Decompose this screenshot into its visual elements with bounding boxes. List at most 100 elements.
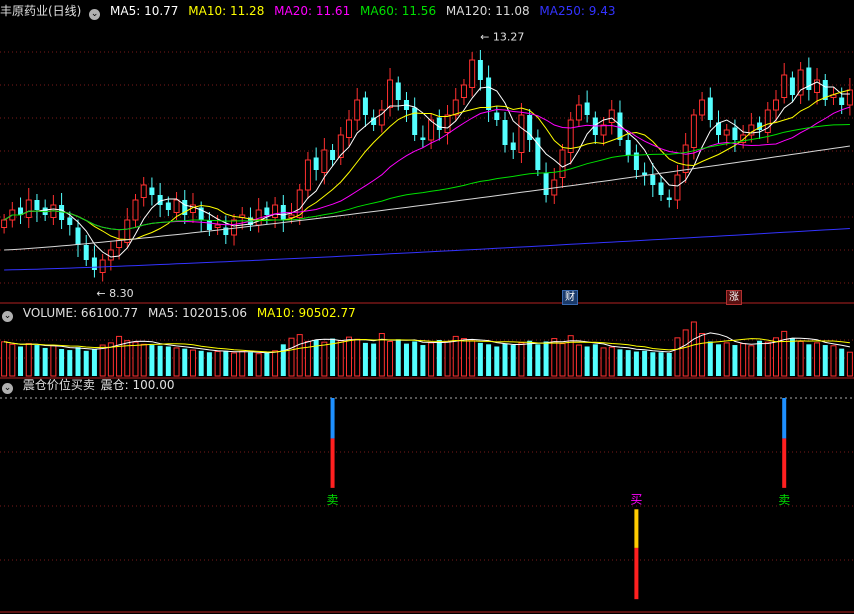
volume-bar-down: [182, 348, 188, 376]
candle-up: [1, 219, 8, 228]
volume-bar-down: [839, 348, 845, 376]
candle-down: [642, 172, 648, 175]
volume-bar-up: [25, 343, 32, 377]
chevron-down-icon[interactable]: ⌄: [2, 311, 13, 322]
candle-down: [264, 207, 270, 215]
volume-bar-up: [296, 334, 303, 377]
volume-bar-down: [806, 344, 812, 376]
candle-down: [149, 187, 155, 195]
volume-bar-down: [149, 345, 155, 376]
candle-down: [658, 182, 664, 195]
volume-bar-up: [699, 333, 706, 377]
candle-down: [477, 60, 483, 80]
sell-signal-bar: [782, 398, 787, 439]
sell-signal-label: 卖: [327, 493, 339, 507]
candle-down: [91, 257, 97, 270]
volume-bar-down: [18, 346, 24, 376]
candle-down: [67, 217, 73, 225]
indicator-pane-header: ⌄ 震仓价位买卖 震仓: 100.00: [0, 376, 181, 394]
candle-up: [690, 114, 697, 148]
volume-bar-down: [91, 349, 97, 376]
volume-bar-down: [486, 344, 492, 376]
candle-down: [789, 77, 795, 95]
candle-down: [543, 172, 549, 195]
volume-bar-down: [264, 352, 270, 376]
volume-bar-up: [255, 353, 262, 377]
price-pane-header: 丰原药业(日线) ⌄ MA5: 10.77 MA10: 11.28 MA20: …: [0, 2, 621, 20]
volume-bar-up: [387, 340, 394, 377]
volume-bar-down: [716, 344, 722, 376]
candle-down: [436, 117, 442, 130]
volume-bar-up: [428, 342, 435, 377]
chevron-down-icon[interactable]: ⌄: [89, 9, 101, 20]
candle-up: [321, 149, 328, 173]
volume-bar-up: [452, 335, 459, 377]
volume-bar-down: [280, 344, 286, 376]
volume-bar-up: [551, 338, 558, 377]
candle-up: [173, 199, 180, 213]
ma5-label: MA5: 10.77: [110, 4, 179, 18]
volume-bar-up: [9, 343, 16, 377]
volume-bar-up: [575, 344, 582, 377]
volume-bar-down: [543, 341, 549, 376]
volume-bar-up: [189, 349, 196, 377]
volume-bar-up: [781, 330, 788, 377]
sell-signal-bar: [330, 398, 335, 439]
volume-bar-down: [707, 341, 713, 376]
volume-bar-up: [797, 340, 804, 377]
volume-bar-up: [231, 352, 238, 377]
ma60-line: [3, 124, 850, 231]
candle-up: [288, 214, 295, 218]
candle-down: [362, 97, 368, 115]
volume-bar-up: [772, 337, 779, 377]
volume-label: VOLUME: 66100.77: [22, 306, 139, 320]
volume-bar-down: [732, 345, 738, 376]
volume-bar-up: [674, 337, 681, 377]
volume-bar-up: [272, 350, 279, 377]
candle-down: [510, 142, 516, 150]
ma10-label: MA10: 11.28: [188, 4, 265, 18]
volume-bar-up: [469, 340, 476, 377]
stock-title: 丰原药业(日线): [0, 4, 82, 18]
limit-up-badge[interactable]: 涨: [726, 290, 742, 305]
candle-down: [584, 102, 590, 115]
volume-bar-up: [99, 344, 106, 377]
volume-bar-down: [510, 345, 516, 376]
volume-bar-up: [690, 321, 697, 377]
volume-bar-up: [214, 351, 221, 377]
volume-bar-down: [371, 343, 377, 376]
ma5-line: [3, 81, 850, 258]
ma20-line: [3, 106, 851, 231]
candle-up: [99, 259, 106, 273]
sell-signal-bar: [330, 438, 335, 488]
candle-up: [272, 204, 279, 218]
candle-down: [165, 202, 171, 210]
volume-bar-down: [157, 345, 163, 376]
volume-bar-down: [625, 350, 631, 376]
financial-report-badge[interactable]: 财: [562, 290, 578, 305]
volume-bar-up: [321, 341, 328, 377]
volume-bar-up: [764, 341, 771, 377]
volume-bar-down: [42, 347, 48, 376]
candle-up: [575, 104, 582, 121]
candle-up: [781, 74, 788, 98]
volume-bar-down: [789, 338, 795, 376]
chevron-down-icon[interactable]: ⌄: [2, 383, 13, 394]
volume-bar-up: [50, 345, 57, 377]
candle-down: [83, 245, 89, 260]
volume-bar-up: [460, 338, 467, 377]
candle-up: [723, 129, 730, 136]
ma120-label: MA120: 11.08: [445, 4, 530, 18]
ma250-line: [4, 228, 850, 271]
volume-bar-up: [740, 343, 747, 377]
sell-signal-bar: [782, 438, 787, 488]
candle-down: [502, 120, 508, 145]
volume-bar-up: [132, 341, 139, 377]
candle-up: [518, 114, 525, 153]
volume-bar-down: [420, 345, 426, 376]
volume-bar-up: [345, 336, 352, 377]
volume-bar-down: [592, 344, 598, 376]
volume-bar-down: [477, 342, 483, 376]
candle-down: [666, 197, 672, 200]
volume-bar-down: [206, 352, 212, 376]
